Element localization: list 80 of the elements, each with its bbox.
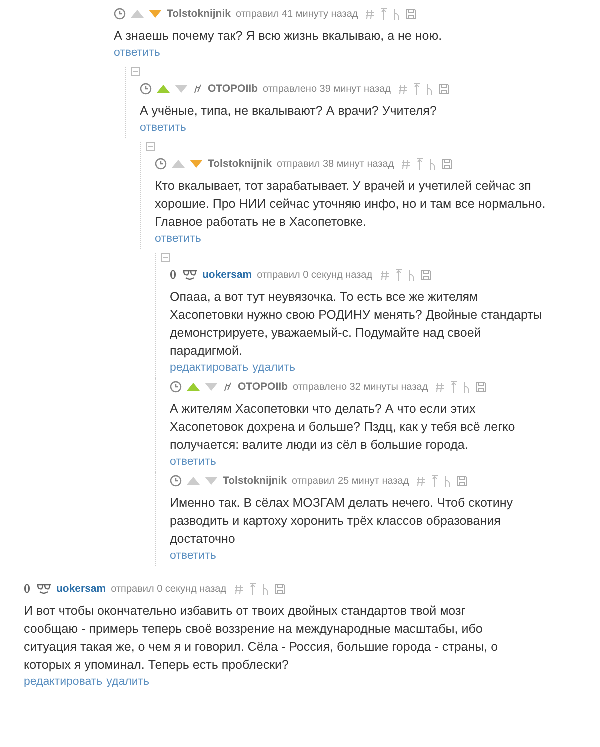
comment-link[interactable]: удалить <box>252 362 296 378</box>
up-arrow-icon[interactable] <box>248 583 257 595</box>
comment-text: Кто вкалывает, тот зарабатывает. У врачей и учетилей сейчас зп хорошие. Про НИИ сейчас уточняю инфо, но и там все нормально. Главное работать не в Хасопетовке. <box>155 178 547 231</box>
comment-link[interactable]: редактировать <box>24 676 103 692</box>
author-link[interactable]: OTOPOIIb <box>238 381 288 393</box>
save-icon[interactable] <box>274 584 286 594</box>
branch-icon[interactable] <box>408 269 416 281</box>
comment-text: А жителям Хасопетовки что делать? А что если этих Хасопетовок дохрена и больше? Пздц, как у тебя всё легко получается: валите люди из сёл в большие города. <box>170 401 516 454</box>
upvote-icon[interactable] <box>172 160 185 168</box>
author-link[interactable]: uokersam <box>202 269 252 281</box>
comment-link[interactable]: ответить <box>155 233 202 249</box>
upvote-icon[interactable] <box>187 383 200 391</box>
collapse-icon[interactable] <box>161 253 170 262</box>
post-time: отправил 38 минут назад <box>276 158 394 170</box>
branch-icon[interactable] <box>463 381 472 393</box>
comment-text: Именно так. В сёлах МОЗГАМ делать нечего. Чтоб скотину разводить и картоху хоронить трёх классов образования достаточно <box>170 495 514 548</box>
downvote-icon[interactable] <box>205 383 218 391</box>
upvote-icon[interactable] <box>187 477 200 485</box>
comment-link[interactable]: ответить <box>140 122 186 138</box>
downvote-icon[interactable] <box>190 160 203 168</box>
comment-link[interactable]: редактировать <box>170 362 249 378</box>
save-icon[interactable] <box>457 476 468 486</box>
up-arrow-icon[interactable] <box>416 158 424 170</box>
up-arrow-icon[interactable] <box>394 269 403 281</box>
branch-icon[interactable] <box>393 8 402 20</box>
upvote-icon[interactable] <box>131 10 144 18</box>
comment-link[interactable]: ответить <box>170 456 216 472</box>
comment-text: Опааа, а вот тут неувязочка. То есть все же жителям Хасопетовки нужно свою РОДИНУ менять? Двойные стандарты демонстрируете, уважаемый-с. Подумайте над своей парадигмой. <box>170 289 544 360</box>
save-icon[interactable] <box>476 382 488 392</box>
downvote-icon[interactable] <box>175 85 188 93</box>
clock-icon <box>170 475 182 487</box>
post-time: отправил 0 секунд назад <box>257 270 373 280</box>
up-arrow-icon[interactable] <box>412 83 421 95</box>
save-icon[interactable] <box>406 8 418 20</box>
post-time: отправлено 39 минут назад <box>262 84 391 94</box>
hash-icon[interactable] <box>435 382 446 392</box>
hash-icon[interactable] <box>365 8 376 20</box>
upvote-icon[interactable] <box>157 85 170 93</box>
hash-icon[interactable] <box>380 270 390 280</box>
downvote-icon[interactable] <box>149 10 162 18</box>
comment-text: А знаешь почему так? Я всю жизнь вкалываю, а не ною. <box>114 28 444 45</box>
save-icon[interactable] <box>442 158 454 170</box>
up-arrow-icon[interactable] <box>431 475 440 487</box>
post-time: отправил 0 секунд назад <box>111 584 227 594</box>
clock-icon <box>114 8 126 20</box>
comment-link[interactable]: ответить <box>114 47 160 63</box>
comment-text: И вот чтобы окончательно избавить от твоих двойных стандартов твой мозг сообщаю - примерь теперь своё воззрение на международные масштабы, ибо ситуация такая же, о чем я и говорил. Сёла - Россия, большие города - страны, о которых я упоминал. Теперь есть проблески? <box>24 603 500 674</box>
save-icon[interactable] <box>438 84 450 94</box>
comment-link[interactable]: ответить <box>170 550 216 566</box>
up-arrow-icon[interactable] <box>380 8 388 20</box>
post-time: отправлено 32 минуты назад <box>292 382 428 392</box>
glasses-icon <box>182 269 198 281</box>
hash-icon[interactable] <box>234 584 244 594</box>
glasses-icon <box>36 583 52 595</box>
author-link[interactable]: OTOPOIIb <box>208 83 258 95</box>
downvote-icon[interactable] <box>205 477 218 485</box>
collapse-icon[interactable] <box>131 67 140 76</box>
collapse-icon[interactable] <box>146 142 155 151</box>
up-arrow-icon[interactable] <box>450 381 458 393</box>
hash-icon[interactable] <box>416 476 426 486</box>
save-icon[interactable] <box>420 270 432 280</box>
comment-text: А учёные, типа, не вкалывают? А врачи? Учителя? <box>140 103 438 120</box>
post-time: отправил 25 минут назад <box>292 476 410 486</box>
author-link[interactable]: Tolstoknijnik <box>167 8 231 20</box>
branch-icon[interactable] <box>444 475 452 487</box>
rating: 0 <box>24 581 30 597</box>
clock-icon <box>170 381 182 393</box>
author-link[interactable]: Tolstoknijnik <box>223 475 287 487</box>
rating: 0 <box>170 267 176 283</box>
post-time: отправил 41 минуту назад <box>236 8 358 20</box>
branch-icon[interactable] <box>262 583 270 595</box>
clock-icon <box>155 158 167 170</box>
branch-icon[interactable] <box>426 83 434 95</box>
comment-link[interactable]: удалить <box>106 676 150 692</box>
clock-icon <box>140 83 152 95</box>
hash-icon[interactable] <box>398 84 408 94</box>
author-link[interactable]: uokersam <box>56 583 106 595</box>
hash-icon[interactable] <box>401 158 412 170</box>
branch-icon[interactable] <box>429 158 438 170</box>
author-link[interactable]: Tolstoknijnik <box>208 158 272 170</box>
